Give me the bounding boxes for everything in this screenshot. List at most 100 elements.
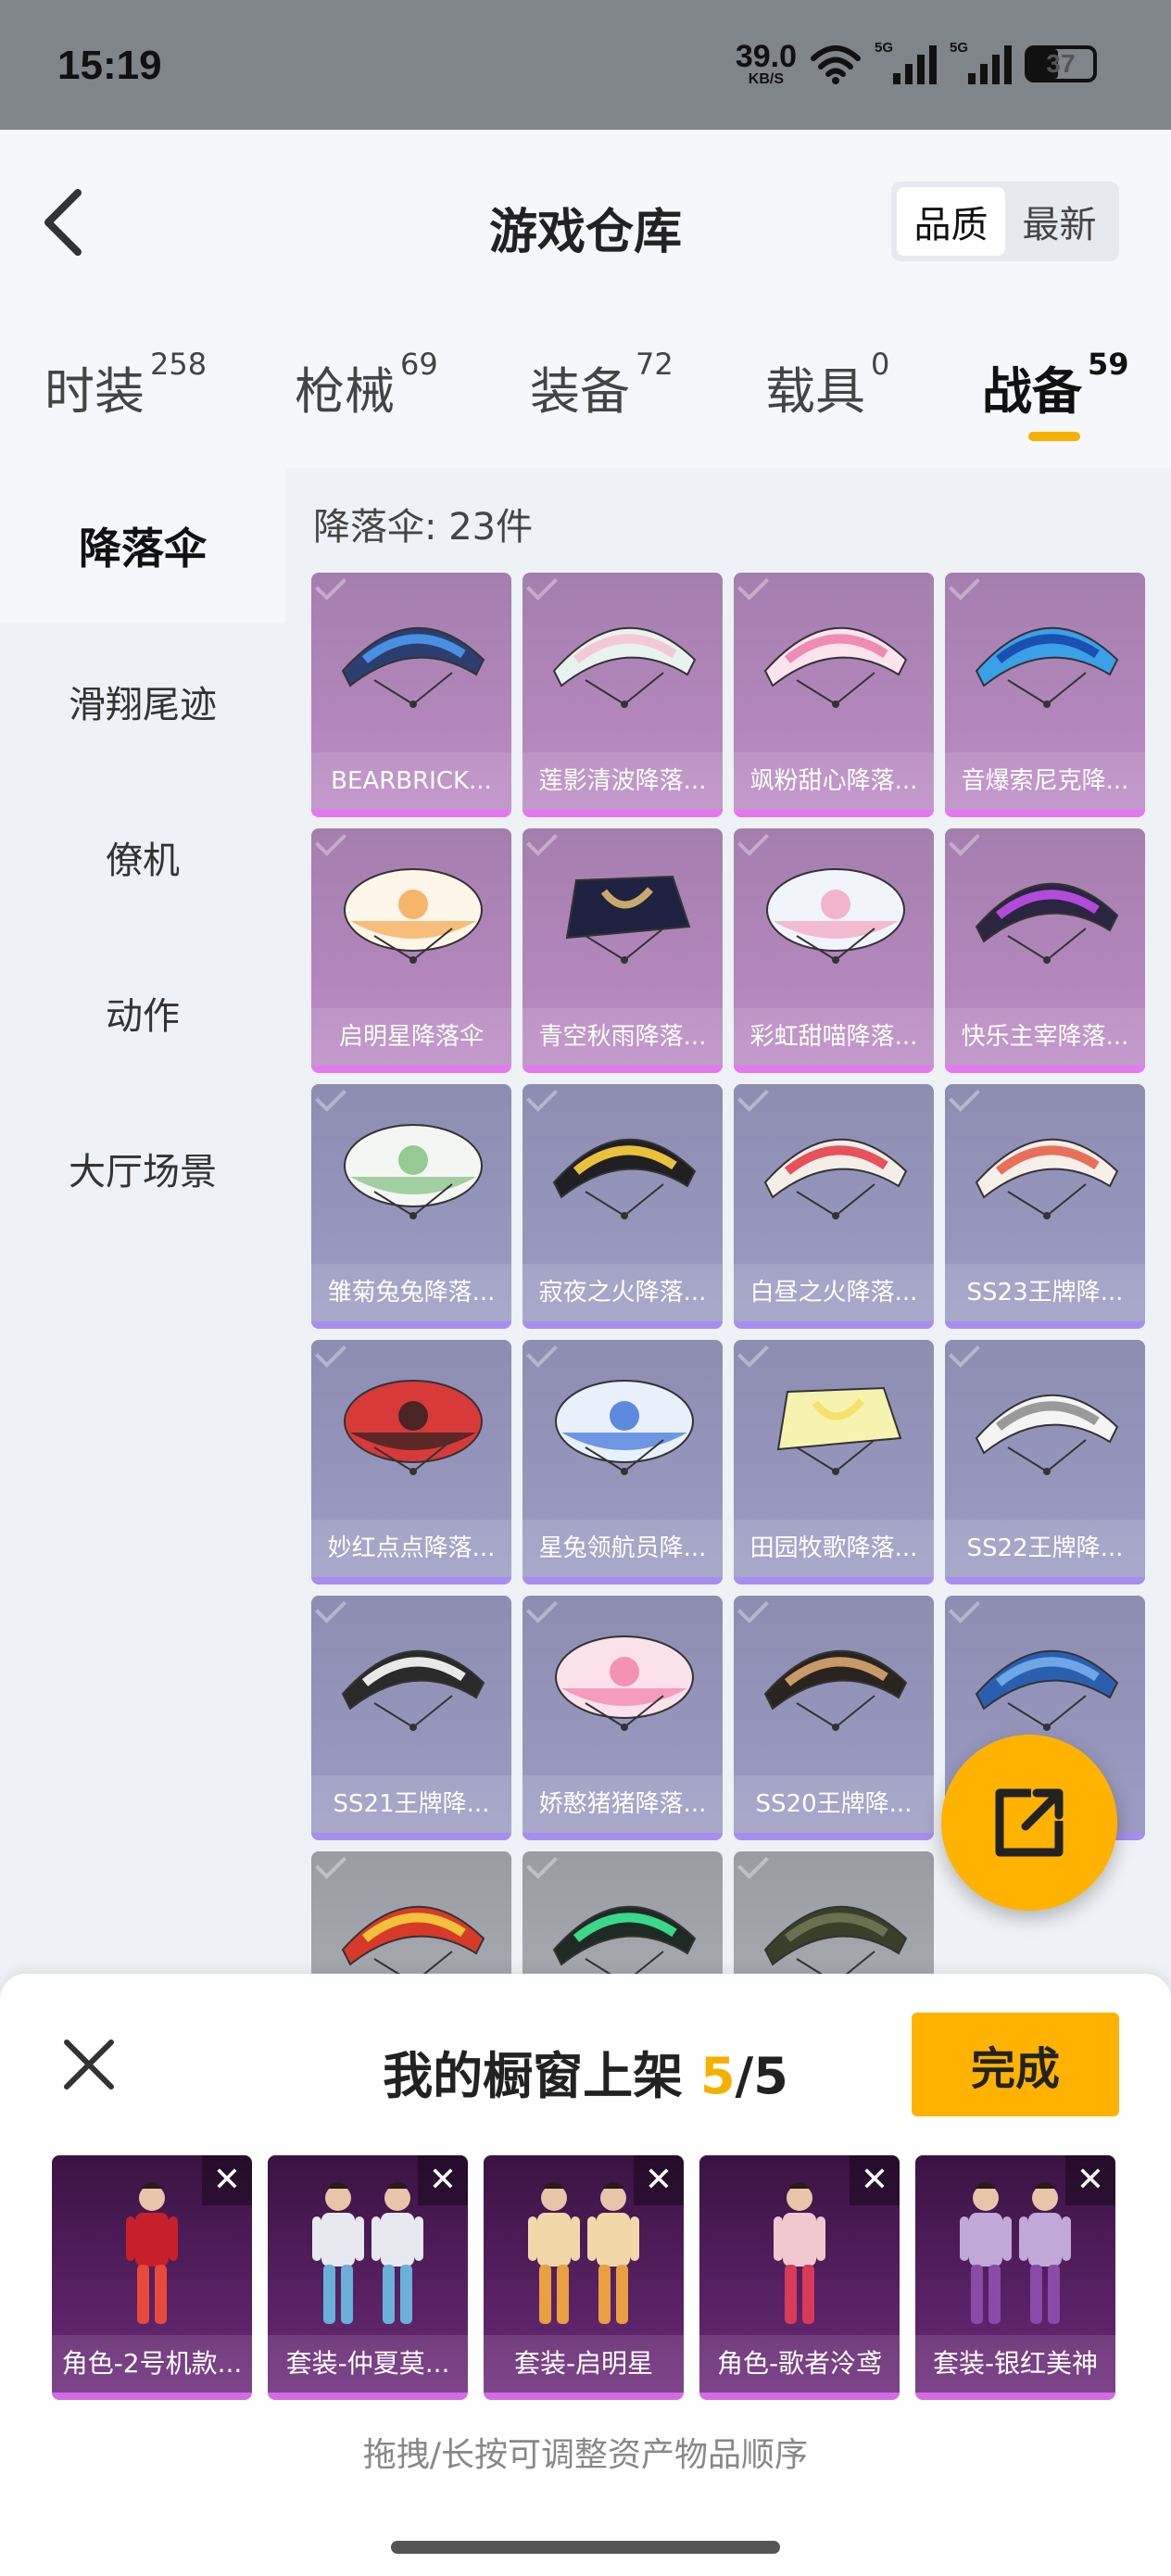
- signal-icon: 5G: [875, 40, 937, 84]
- sort-toggle: 品质 最新: [891, 182, 1119, 261]
- parachute-name: 启明星降落伞: [311, 1008, 511, 1066]
- parachute-name: SS22王牌降...: [945, 1520, 1145, 1577]
- parachute-image: [975, 1138, 1119, 1219]
- parachute-image: [763, 1649, 908, 1731]
- parachute-name: 寂夜之火降落...: [523, 1264, 723, 1321]
- category-tabs: 时装 258 枪械 69 装备 72 载具 0 战备 59: [0, 347, 1171, 434]
- sort-latest-button[interactable]: 最新: [1005, 187, 1114, 256]
- parachute-image: [552, 626, 697, 708]
- parachute-card[interactable]: 莲影清波降落...: [523, 573, 723, 817]
- parachute-image: [766, 868, 905, 964]
- parachute-image: [555, 1635, 694, 1731]
- parachute-card[interactable]: 青空秋雨降落...: [523, 828, 723, 1073]
- check-icon: [526, 1084, 558, 1112]
- showcase-item[interactable]: ✕ 套装-启明星: [484, 2155, 684, 2400]
- showcase-item-name: 角色-2号机款...: [52, 2335, 252, 2393]
- tab-equipment[interactable]: 装备 72: [530, 347, 674, 423]
- remove-item-icon[interactable]: ✕: [202, 2155, 252, 2205]
- showcase-item[interactable]: ✕ 套装-仲夏莫...: [268, 2155, 468, 2400]
- check-icon: [526, 1596, 558, 1623]
- status-bar: 15:19 39.0 KB/S 5G 5G 37: [0, 0, 1171, 130]
- parachute-name: 飒粉甜心降落...: [734, 752, 934, 810]
- sidebar: 降落伞 滑翔尾迹 僚机 动作 大厅场景: [0, 468, 285, 2043]
- parachute-image: [344, 1380, 483, 1475]
- home-indicator[interactable]: [391, 2541, 780, 2554]
- sidebar-item-emote[interactable]: 动作: [0, 935, 285, 1091]
- parachute-card[interactable]: 寂夜之火降落...: [523, 1084, 723, 1329]
- parachute-card[interactable]: SS23王牌降...: [945, 1084, 1145, 1329]
- parachute-image: [763, 1138, 908, 1219]
- tab-fashion[interactable]: 时装 258: [44, 347, 207, 423]
- parachute-name: 白昼之火降落...: [734, 1264, 934, 1321]
- reorder-hint: 拖拽/长按可调整资产物品顺序: [362, 2436, 809, 2474]
- parachute-card[interactable]: 妙红点点降落...: [311, 1340, 511, 1585]
- parachute-image: [776, 1386, 902, 1475]
- parachute-name: 彩虹甜喵降落...: [734, 1008, 934, 1066]
- parachute-image: [344, 868, 483, 964]
- status-icons: 39.0 KB/S 5G 5G 37: [736, 40, 1097, 87]
- check-icon: [949, 828, 980, 856]
- tab-vehicles[interactable]: 载具 0: [765, 347, 889, 423]
- remove-item-icon[interactable]: ✕: [1065, 2155, 1115, 2205]
- parachute-card[interactable]: 星兔领航员降...: [523, 1340, 723, 1585]
- parachute-name: 快乐主宰降落...: [945, 1008, 1145, 1066]
- parachute-name: 田园牧歌降落...: [734, 1520, 934, 1577]
- showcase-item[interactable]: ✕ 角色-歌者泠鸢: [699, 2155, 900, 2400]
- parachute-card[interactable]: BEARBRICK...: [311, 573, 511, 817]
- parachute-name: SS20王牌降...: [734, 1775, 934, 1833]
- tab-combat-supplies[interactable]: 战备 59: [982, 347, 1129, 423]
- parachute-name: SS21王牌降...: [311, 1775, 511, 1833]
- battery-icon: 37: [1025, 45, 1097, 82]
- parachute-card[interactable]: 雏菊兔兔降落...: [311, 1084, 511, 1329]
- parachute-name: 星兔领航员降...: [523, 1520, 723, 1577]
- check-icon: [315, 1851, 346, 1879]
- parachute-card[interactable]: 白昼之火降落...: [734, 1084, 934, 1329]
- sidebar-item-glide-trail[interactable]: 滑翔尾迹: [0, 624, 285, 779]
- parachute-name: 莲影清波降落...: [523, 752, 723, 810]
- check-icon: [526, 1851, 558, 1879]
- sidebar-item-lobby-scene[interactable]: 大厅场景: [0, 1091, 285, 1246]
- external-link-icon: [995, 1788, 1064, 1857]
- check-icon: [315, 1084, 346, 1112]
- check-icon: [949, 573, 980, 600]
- wifi-icon: [811, 45, 861, 84]
- parachute-card[interactable]: 娇憨猪猪降落...: [523, 1596, 723, 1840]
- parachute-card[interactable]: 彩虹甜喵降落...: [734, 828, 934, 1073]
- sidebar-item-parachute[interactable]: 降落伞: [0, 468, 285, 624]
- parachute-card[interactable]: 快乐主宰降落...: [945, 828, 1145, 1073]
- sort-quality-button[interactable]: 品质: [897, 187, 1005, 256]
- sidebar-item-wingman[interactable]: 僚机: [0, 779, 285, 935]
- remove-item-icon[interactable]: ✕: [418, 2155, 468, 2205]
- parachute-name: SS23王牌降...: [945, 1264, 1145, 1321]
- check-icon: [949, 1596, 980, 1623]
- parachute-image: [565, 875, 691, 964]
- check-icon: [737, 573, 769, 600]
- parachute-name: 娇憨猪猪降落...: [523, 1775, 723, 1833]
- parachute-name: 雏菊兔兔降落...: [311, 1264, 511, 1321]
- showcase-item[interactable]: ✕ 套装-银红美神: [915, 2155, 1115, 2400]
- showcase-item[interactable]: ✕ 角色-2号机款...: [52, 2155, 252, 2400]
- check-icon: [737, 1596, 769, 1623]
- parachute-card[interactable]: 启明星降落伞: [311, 828, 511, 1073]
- remove-item-icon[interactable]: ✕: [850, 2155, 900, 2205]
- tab-weapons[interactable]: 枪械 69: [295, 347, 438, 423]
- parachute-image: [555, 1380, 694, 1475]
- showcase-item-name: 套装-银红美神: [915, 2335, 1115, 2393]
- parachute-card[interactable]: 田园牧歌降落...: [734, 1340, 934, 1585]
- check-icon: [315, 828, 346, 856]
- parachute-card[interactable]: 飒粉甜心降落...: [734, 573, 934, 817]
- check-icon: [315, 573, 346, 600]
- parachute-card[interactable]: 音爆索尼克降...: [945, 573, 1145, 817]
- parachute-card[interactable]: SS21王牌降...: [311, 1596, 511, 1840]
- done-button[interactable]: 完成: [912, 2013, 1119, 2116]
- parachute-card[interactable]: SS20王牌降...: [734, 1596, 934, 1840]
- remove-item-icon[interactable]: ✕: [634, 2155, 684, 2205]
- check-icon: [737, 828, 769, 856]
- parachute-name: BEARBRICK...: [311, 752, 511, 810]
- share-button[interactable]: [941, 1735, 1117, 1911]
- parachute-image: [552, 1138, 697, 1219]
- parachute-image: [341, 1649, 485, 1731]
- parachute-card[interactable]: SS22王牌降...: [945, 1340, 1145, 1585]
- parachute-image: [975, 1649, 1119, 1731]
- parachute-image: [763, 626, 908, 708]
